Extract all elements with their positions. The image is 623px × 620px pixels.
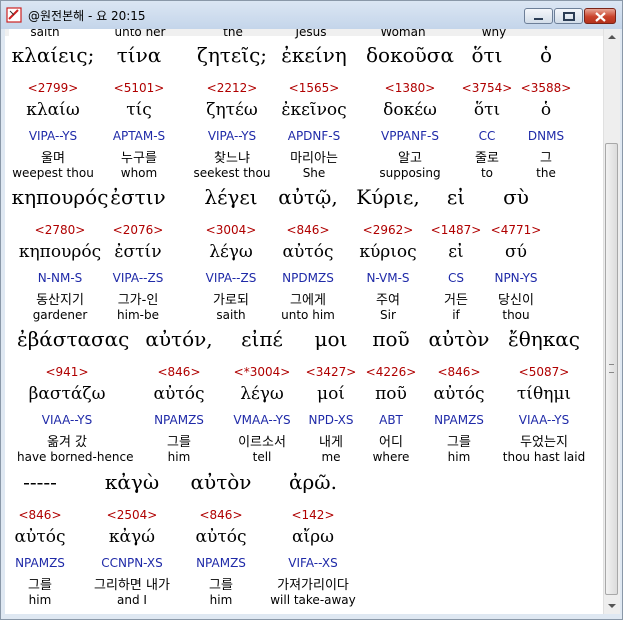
partial-english-gloss: the <box>223 29 243 39</box>
strong-number: <5087> <box>518 365 570 379</box>
parsing-code: DNMS <box>527 129 565 143</box>
close-icon <box>595 12 606 22</box>
close-button[interactable] <box>584 8 616 24</box>
strong-number: <4771> <box>490 223 542 237</box>
korean-gloss: 그리하면 내가 <box>94 578 170 593</box>
partial-english-gloss: unto her <box>114 29 166 39</box>
korean-gloss: 그가-인 <box>117 293 159 308</box>
strong-number: <5101> <box>113 81 165 95</box>
strong-number: <846> <box>199 508 243 522</box>
greek-word: αὐτὸν <box>190 470 252 494</box>
app-window: @원전본해 - 요 20:15 saith unto her the Jesus Wom… <box>0 0 623 620</box>
korean-gloss: 당신이 <box>498 293 534 308</box>
greek-word: ἐκείνη <box>281 43 347 67</box>
parsing-code: NPAMZS <box>196 556 246 570</box>
maximize-icon <box>563 12 575 21</box>
lemma: αἴρω <box>291 527 334 547</box>
minimize-button[interactable] <box>524 8 553 24</box>
korean-gloss: 마리아는 <box>290 151 338 166</box>
maximize-button[interactable] <box>554 8 583 24</box>
greek-word: ἔθηκας <box>508 327 580 351</box>
window-title: @원전본해 - 요 20:15 <box>28 9 146 23</box>
korean-gloss: 옮겨 갔 <box>46 435 87 450</box>
interlinear-text-view[interactable]: saith unto her the Jesus Woman why κλαίεις; <2… <box>5 29 603 614</box>
parsing-code: VIFA--XS <box>288 556 338 570</box>
parsing-code: APTAM-S <box>112 129 166 143</box>
korean-gloss: 그 <box>540 151 552 166</box>
parsing-code: CCNPN-XS <box>101 556 163 570</box>
korean-gloss: 두었는지 <box>520 435 568 450</box>
parsing-code: VIPA--ZS <box>112 271 164 285</box>
vertical-scrollbar[interactable] <box>603 29 620 614</box>
lemma: ἐστίν <box>114 242 162 262</box>
strong-number: <1565> <box>288 81 340 95</box>
lemma: αὐτός <box>195 527 247 547</box>
lemma: ὁ <box>540 100 552 120</box>
korean-gloss: 그를 <box>209 578 233 593</box>
english-gloss: him <box>28 593 52 607</box>
lemma: τίθημι <box>516 384 572 404</box>
lemma: βαστάζω <box>28 384 106 404</box>
english-gloss: him-be <box>117 308 159 322</box>
strong-number: <2076> <box>112 223 164 237</box>
partial-english-gloss: saith <box>30 29 60 39</box>
lemma: κἀγώ <box>108 527 156 547</box>
greek-word: σὺ <box>503 185 529 209</box>
scroll-down-arrow-icon[interactable] <box>604 598 620 614</box>
korean-gloss: 누구를 <box>121 151 157 166</box>
parsing-code: NPAMZS <box>15 556 65 570</box>
greek-word: ἐστιν <box>110 185 166 209</box>
english-gloss: whom <box>120 166 158 180</box>
scroll-thumb[interactable] <box>605 143 618 595</box>
scroll-up-arrow-icon[interactable] <box>604 29 620 45</box>
english-gloss: the <box>536 166 556 180</box>
greek-word: τίνα <box>116 43 162 67</box>
strong-number: <142> <box>291 508 335 522</box>
lemma: τίς <box>126 100 152 120</box>
english-gloss: will take-away <box>270 593 356 607</box>
app-icon <box>6 7 22 23</box>
greek-word: κἀγὼ <box>104 470 160 494</box>
english-gloss: thou <box>502 308 530 322</box>
minimize-icon <box>534 18 543 20</box>
english-gloss: thou hast laid <box>502 450 586 464</box>
english-gloss: have borned-hence <box>17 450 134 464</box>
partial-english-gloss: why <box>481 29 507 39</box>
lemma: ἐκεῖνος <box>281 100 347 120</box>
lemma: αὐτός <box>14 527 66 547</box>
greek-word: ἀρῶ. <box>289 470 337 494</box>
parsing-code: NPN-YS <box>494 271 538 285</box>
parsing-code: VIAA--YS <box>518 413 570 427</box>
parsing-code: VIAA--YS <box>41 413 93 427</box>
title-bar[interactable]: @원전본해 - 요 20:15 <box>1 1 622 29</box>
partial-english-gloss: Jesus <box>295 29 327 39</box>
strong-number: <2504> <box>106 508 158 522</box>
english-gloss: She <box>302 166 326 180</box>
greek-word: ὁ <box>539 43 553 67</box>
strong-number: <941> <box>45 365 89 379</box>
greek-word: ἐβάστασας <box>17 327 130 351</box>
parsing-code: APDNF-S <box>287 129 341 143</box>
strong-number: <846> <box>18 508 62 522</box>
english-gloss: and I <box>117 593 147 607</box>
korean-gloss: 그를 <box>28 578 52 593</box>
strong-number: <3588> <box>520 81 572 95</box>
lemma: σύ <box>505 242 527 262</box>
english-gloss: him <box>209 593 233 607</box>
greek-word: ----- <box>23 470 57 494</box>
partial-english-gloss: Woman <box>380 29 426 39</box>
korean-gloss: 가져가리이다 <box>277 578 349 593</box>
